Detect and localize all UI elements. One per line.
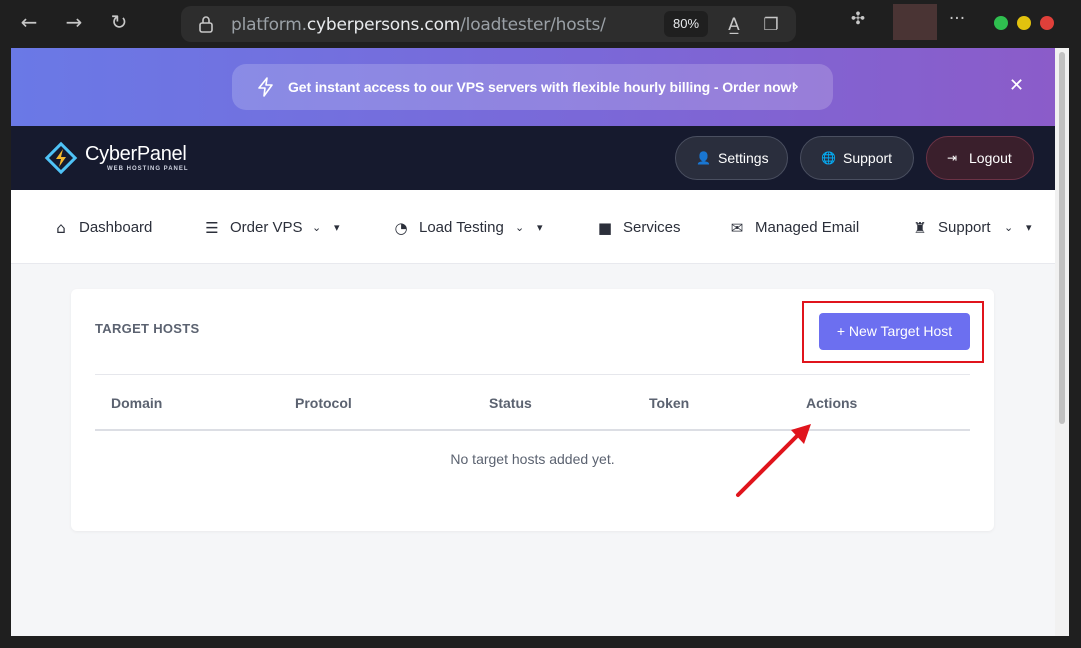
support-button[interactable]: 🌐 Support (800, 136, 914, 180)
more-icon[interactable]: ··· (947, 9, 967, 29)
main-menu: ⌂ Dashboard ☰ Order VPS ⌄ ▾ ◔ Load Testi… (11, 190, 1055, 264)
scrollbar[interactable] (1055, 48, 1069, 636)
column-header-protocol: Protocol (295, 395, 352, 411)
settings-button[interactable]: 👤 Settings (675, 136, 788, 180)
forward-icon[interactable]: → (62, 10, 86, 34)
lock-icon (199, 16, 213, 33)
annotation-arrow-icon (736, 424, 811, 497)
cyberpanel-logo-icon[interactable] (43, 140, 79, 176)
caret-down-icon: ▾ (334, 221, 340, 234)
page-viewport: Get instant access to our VPS servers wi… (11, 48, 1055, 636)
server-icon: ☰ (205, 219, 219, 237)
column-header-actions: Actions (806, 395, 858, 411)
address-bar[interactable]: platform.cyberpersons.com/loadtester/hos… (181, 6, 796, 42)
chevron-down-icon: ⌄ (1004, 221, 1014, 234)
close-window-icon[interactable] (1040, 16, 1054, 30)
highlight-box (802, 301, 984, 363)
promo-banner: Get instant access to our VPS servers wi… (11, 48, 1055, 126)
maximize-icon[interactable] (1017, 16, 1031, 30)
empty-message: No target hosts added yet. (450, 451, 615, 467)
browser-toolbar: ← → ↻ platform.cyberpersons.com/loadtest… (0, 0, 1081, 48)
support-icon: ♜ (913, 219, 927, 237)
reload-icon[interactable]: ↻ (107, 10, 131, 34)
translate-icon[interactable]: A̲ (724, 15, 744, 35)
collections-icon[interactable]: ❐ (761, 15, 781, 35)
table-divider (95, 374, 970, 375)
bolt-icon (258, 77, 273, 97)
column-header-token: Token (649, 395, 690, 411)
url-text: platform.cyberpersons.com/loadtester/hos… (231, 15, 606, 35)
caret-down-icon: ▾ (537, 221, 543, 234)
zoom-badge[interactable]: 80% (664, 11, 708, 37)
logo-subtitle: WEB HOSTING PANEL (107, 166, 189, 172)
column-header-status: Status (489, 395, 532, 411)
table-header-divider (95, 429, 970, 431)
globe-icon: 🌐 (821, 151, 836, 165)
promo-text: Get instant access to our VPS servers wi… (288, 79, 796, 95)
home-icon: ⌂ (56, 219, 66, 237)
logout-icon: ⇥ (947, 151, 958, 165)
chevron-right-icon: › (792, 76, 800, 97)
chevron-down-icon: ⌄ (312, 221, 322, 234)
column-header-domain: Domain (111, 395, 163, 411)
back-icon[interactable]: ← (17, 10, 41, 34)
target-hosts-card: TARGET HOSTS + New Target Host Domain Pr… (71, 289, 994, 531)
card-title: TARGET HOSTS (95, 321, 200, 336)
caret-down-icon: ▾ (1026, 221, 1032, 234)
top-header: CyberPanel WEB HOSTING PANEL 👤 Settings … (11, 126, 1055, 190)
scrollbar-thumb[interactable] (1059, 52, 1065, 424)
user-gear-icon: 👤 (696, 151, 711, 165)
gauge-icon: ◔ (394, 219, 408, 237)
close-icon[interactable]: ✕ (1009, 76, 1024, 96)
logo-text: CyberPanel (85, 143, 187, 165)
logout-button[interactable]: ⇥ Logout (926, 136, 1034, 180)
chevron-down-icon: ⌄ (515, 221, 525, 234)
briefcase-icon: ■ (597, 219, 613, 237)
minimize-icon[interactable] (994, 16, 1008, 30)
envelope-icon: ✉ (730, 219, 744, 237)
profile-avatar[interactable] (893, 4, 937, 40)
taskbar-strip (0, 636, 1081, 648)
extensions-icon[interactable]: ✣ (848, 9, 868, 29)
promo-link[interactable]: Get instant access to our VPS servers wi… (232, 64, 833, 110)
